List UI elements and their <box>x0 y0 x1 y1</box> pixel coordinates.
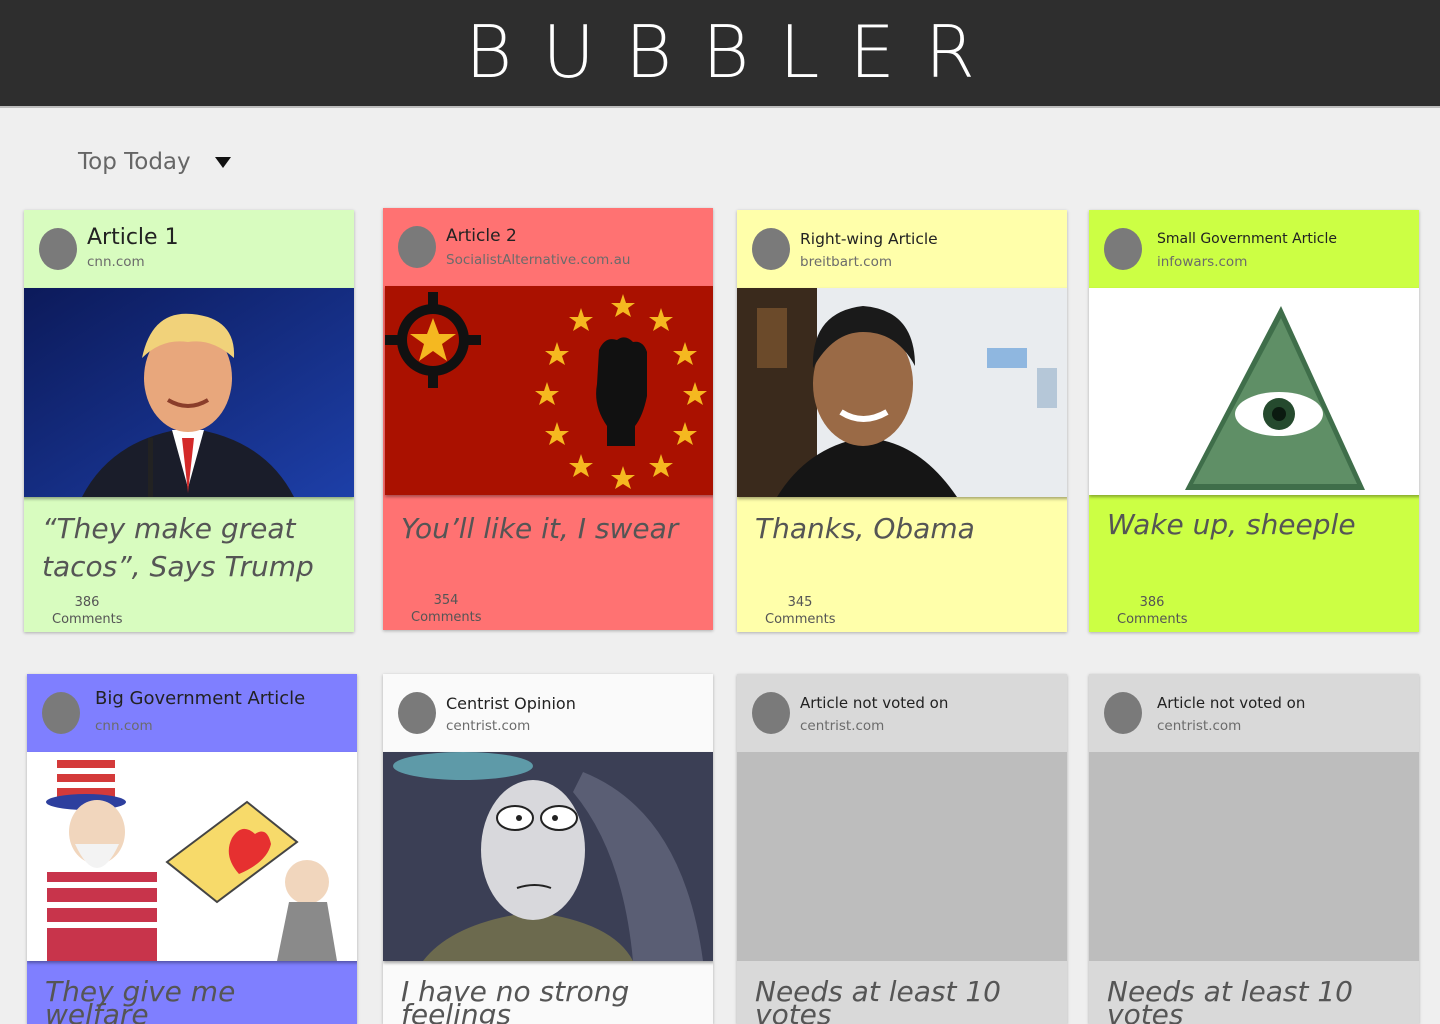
comment-label: Comments <box>411 610 482 625</box>
article-domain[interactable]: centrist.com <box>800 718 884 734</box>
card-header: Big Government Article cnn.com <box>27 674 357 752</box>
article-caption: Thanks, Obama <box>755 512 975 545</box>
article-domain[interactable]: breitbart.com <box>800 254 892 270</box>
source-avatar <box>398 692 436 734</box>
article-domain[interactable]: cnn.com <box>87 254 145 270</box>
article-title[interactable]: Right-wing Article <box>800 230 938 248</box>
article-domain[interactable]: centrist.com <box>446 718 530 734</box>
article-caption: Wake up, sheeple <box>1107 508 1356 541</box>
comments-link[interactable]: 354 Comments <box>411 592 481 626</box>
article-card[interactable]: Small Government Article infowars.com Wa… <box>1089 210 1419 632</box>
comment-label: Comments <box>1117 612 1188 627</box>
sort-dropdown[interactable]: Top Today <box>78 146 231 178</box>
article-card[interactable]: Big Government Article cnn.com They give… <box>27 674 357 1024</box>
source-avatar <box>1104 692 1142 734</box>
source-avatar <box>752 692 790 734</box>
article-title[interactable]: Centrist Opinion <box>446 694 576 713</box>
article-card[interactable]: Article 2 SocialistAlternative.com.au Yo… <box>383 208 713 630</box>
caret-down-icon <box>214 156 231 168</box>
comment-count: 354 <box>433 593 459 608</box>
article-card[interactable]: Centrist Opinion centrist.com I have no … <box>383 674 713 1024</box>
card-header: Article not voted on centrist.com <box>1089 674 1419 752</box>
top-bar: BUBBLER <box>0 0 1440 108</box>
comments-link[interactable]: 386 Comments <box>52 594 122 628</box>
article-title[interactable]: Article 1 <box>87 225 179 250</box>
image-placeholder <box>1089 752 1419 961</box>
comments-link[interactable]: 345 Comments <box>765 594 835 628</box>
article-card[interactable]: Article not voted on centrist.com Needs … <box>1089 674 1419 1024</box>
article-title[interactable]: Article not voted on <box>1157 694 1305 712</box>
article-title[interactable]: Article 2 <box>446 226 517 246</box>
article-caption: “They make great tacos”, Says Trump <box>42 512 314 583</box>
article-title[interactable]: Big Government Article <box>95 688 305 709</box>
article-image[interactable] <box>385 286 713 495</box>
app-title: BUBBLER <box>465 10 1005 94</box>
source-avatar <box>398 226 436 268</box>
article-image[interactable] <box>27 752 357 961</box>
source-avatar <box>42 692 80 734</box>
article-caption: They give me welfare <box>45 975 236 1024</box>
comment-count: 386 <box>1139 595 1165 610</box>
card-header: Article 1 cnn.com <box>24 210 354 288</box>
article-title[interactable]: Small Government Article <box>1157 231 1337 247</box>
article-caption: I have no strong feelings <box>401 975 630 1024</box>
article-image[interactable] <box>737 288 1067 497</box>
article-caption: Needs at least 10 votes <box>755 975 1001 1024</box>
article-card[interactable]: Article 1 cnn.com “They make great tacos… <box>24 210 354 632</box>
article-domain[interactable]: SocialistAlternative.com.au <box>446 252 630 268</box>
card-header: Right-wing Article breitbart.com <box>737 210 1067 288</box>
card-header: Article not voted on centrist.com <box>737 674 1067 752</box>
comments-link[interactable]: 386 Comments <box>1117 594 1187 628</box>
article-image[interactable] <box>383 752 713 961</box>
card-header: Article 2 SocialistAlternative.com.au <box>383 208 713 286</box>
article-card[interactable]: Article not voted on centrist.com Needs … <box>737 674 1067 1024</box>
comment-count: 345 <box>787 595 813 610</box>
card-header: Centrist Opinion centrist.com <box>383 674 713 752</box>
article-image[interactable] <box>1089 288 1419 495</box>
source-avatar <box>39 228 77 270</box>
card-header: Small Government Article infowars.com <box>1089 210 1419 288</box>
article-domain[interactable]: infowars.com <box>1157 254 1247 270</box>
comment-label: Comments <box>765 612 836 627</box>
article-caption: You’ll like it, I swear <box>401 512 679 545</box>
source-avatar <box>1104 228 1142 270</box>
article-domain[interactable]: centrist.com <box>1157 718 1241 734</box>
article-card[interactable]: Right-wing Article breitbart.com Thanks,… <box>737 210 1067 632</box>
article-title[interactable]: Article not voted on <box>800 694 948 712</box>
image-placeholder <box>737 752 1067 961</box>
article-image[interactable] <box>24 288 354 497</box>
comment-label: Comments <box>52 612 123 627</box>
comment-count: 386 <box>74 595 100 610</box>
source-avatar <box>752 228 790 270</box>
article-caption: Needs at least 10 votes <box>1107 975 1353 1024</box>
sort-selected-label: Top Today <box>78 149 191 175</box>
article-domain[interactable]: cnn.com <box>95 718 153 734</box>
